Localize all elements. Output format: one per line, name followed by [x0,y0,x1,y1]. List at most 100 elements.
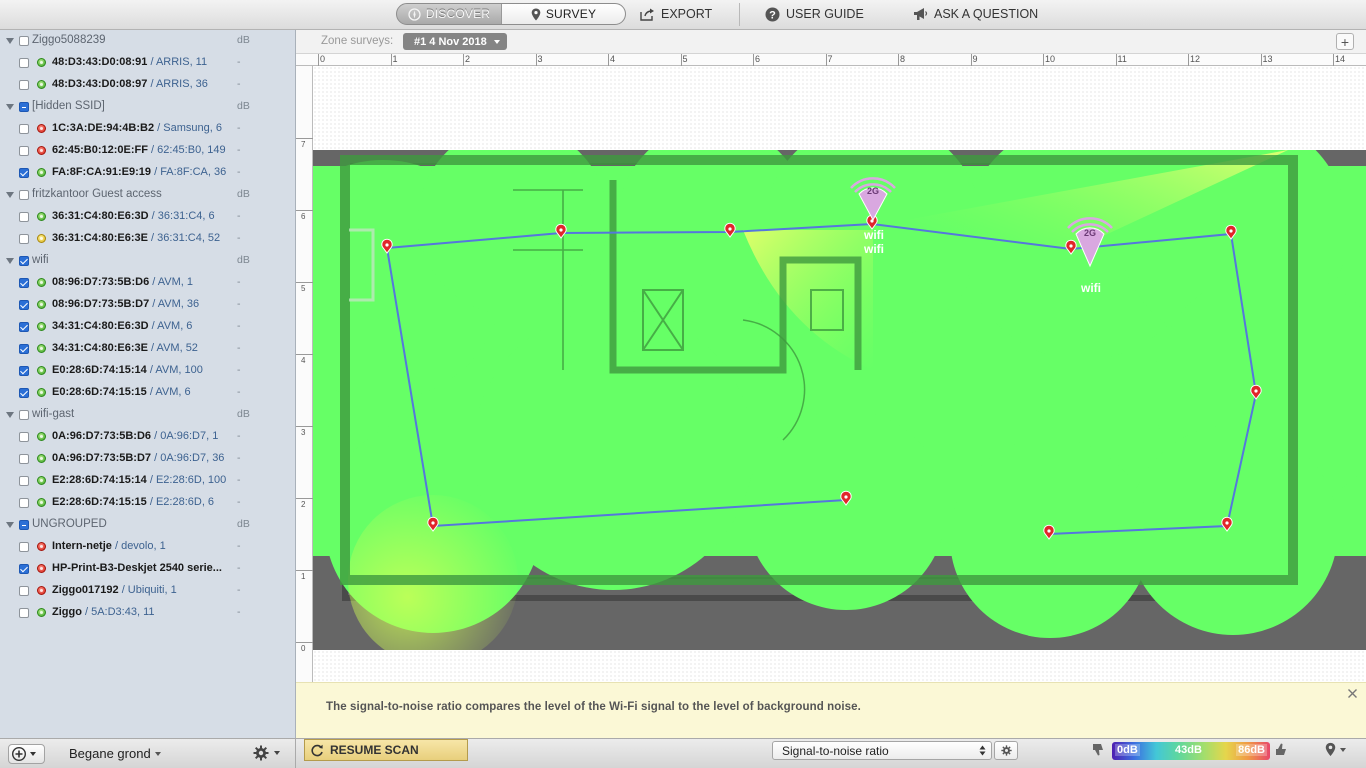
visualization-settings-button[interactable] [994,741,1018,760]
group-db-header: dB [237,518,250,530]
network-checkbox[interactable] [19,212,29,222]
network-row[interactable]: 48:D3:43:D0:08:97 / ARRIS, 36 - [0,74,295,96]
network-row[interactable]: Intern-netje / devolo, 1 - [0,536,295,558]
disclosure-triangle-icon[interactable] [6,412,14,418]
ruler-tick-label: 3 [537,54,543,64]
group-checkbox[interactable] [19,102,29,112]
network-checkbox[interactable] [19,80,29,90]
network-row[interactable]: HP-Print-B3-Deskjet 2540 serie... - [0,558,295,580]
network-checkbox[interactable] [19,58,29,68]
network-row[interactable]: 34:31:C4:80:E6:3E / AVM, 52 - [0,338,295,360]
network-checkbox[interactable] [19,432,29,442]
ruler-tick [680,54,682,66]
network-checkbox[interactable] [19,234,29,244]
network-row[interactable]: 0A:96:D7:73:5B:D6 / 0A:96:D7, 1 - [0,426,295,448]
ruler-tick [296,138,313,139]
network-row[interactable]: 1C:3A:DE:94:4B:B2 / Samsung, 6 - [0,118,295,140]
network-row[interactable]: 34:31:C4:80:E6:3D / AVM, 6 - [0,316,295,338]
network-checkbox[interactable] [19,344,29,354]
network-row[interactable]: 08:96:D7:73:5B:D6 / AVM, 1 - [0,272,295,294]
group-checkbox[interactable] [19,36,29,46]
network-group-header[interactable]: UNGROUPED dB [0,514,295,536]
network-checkbox[interactable] [19,366,29,376]
network-group-header[interactable]: fritzkantoor Guest access dB [0,184,295,206]
network-row[interactable]: E2:28:6D:74:15:14 / E2:28:6D, 100- [0,470,295,492]
group-checkbox[interactable] [19,256,29,266]
discover-tab[interactable]: DISCOVER [397,4,501,24]
network-sidebar: Ziggo5088239 dB 48:D3:43:D0:08:91 / ARRIS,… [0,30,296,738]
network-checkbox[interactable] [19,388,29,398]
network-checkbox[interactable] [19,454,29,464]
disclosure-triangle-icon[interactable] [6,38,14,44]
network-mac: Ziggo017192 [52,584,119,596]
legend-mid: 43dB [1175,744,1202,756]
network-vendor: / ARRIS, 36 [147,78,208,90]
network-row[interactable]: 62:45:B0:12:0E:FF / 62:45:B0, 149- [0,140,295,162]
signal-status-icon [37,278,46,287]
network-checkbox[interactable] [19,608,29,618]
network-checkbox[interactable] [19,146,29,156]
network-group-header[interactable]: wifi-gast dB [0,404,295,426]
network-checkbox[interactable] [19,124,29,134]
network-row[interactable]: 0A:96:D7:73:5B:D7 / 0A:96:D7, 36- [0,448,295,470]
network-checkbox[interactable] [19,278,29,288]
ap-label: wifi [863,242,884,256]
network-checkbox[interactable] [19,168,29,178]
network-checkbox[interactable] [19,586,29,596]
network-group-header[interactable]: wifi dB [0,250,295,272]
disclosure-triangle-icon[interactable] [6,192,14,198]
network-checkbox[interactable] [19,322,29,332]
user-guide-button[interactable]: ? USER GUIDE [765,5,864,23]
network-group-header[interactable]: [Hidden SSID] dB [0,96,295,118]
network-row[interactable]: 36:31:C4:80:E6:3D / 36:31:C4, 6 - [0,206,295,228]
group-checkbox[interactable] [19,410,29,420]
ruler-tick-label: 14 [1335,54,1346,64]
ruler-tick-label: 4 [610,54,616,64]
network-row[interactable]: E0:28:6D:74:15:15 / AVM, 6 - [0,382,295,404]
ruler-tick-label: 0 [301,644,306,653]
ruler-tick [1188,54,1189,66]
network-group-header[interactable]: Ziggo5088239 dB [0,30,295,52]
settings-menu-button[interactable] [253,745,280,761]
network-row[interactable]: E0:28:6D:74:15:14 / AVM, 100 - [0,360,295,382]
network-row[interactable]: 36:31:C4:80:E6:3E / 36:31:C4, 52 - [0,228,295,250]
network-row[interactable]: E2:28:6D:74:15:15 / E2:28:6D, 6 - [0,492,295,514]
network-row[interactable]: Ziggo / 5A:D3:43, 11 - [0,602,295,624]
disclosure-triangle-icon[interactable] [6,104,14,110]
add-menu-button[interactable] [8,744,45,764]
network-row[interactable]: 48:D3:43:D0:08:91 / ARRIS, 11 - [0,52,295,74]
close-icon[interactable] [1347,688,1358,699]
disclosure-triangle-icon[interactable] [6,522,14,528]
visualization-value: Signal-to-noise ratio [782,743,889,758]
network-checkbox[interactable] [19,564,29,574]
heatmap-area[interactable]: 2G wifi wifi 2G wifi [313,150,1366,650]
network-row[interactable]: FA:8F:CA:91:E9:19 / FA:8F:CA, 36- [0,162,295,184]
ask-question-button[interactable]: ASK A QUESTION [913,5,1038,23]
ruler-tick [390,54,392,66]
network-checkbox[interactable] [19,476,29,486]
group-checkbox[interactable] [19,520,29,530]
visualization-select[interactable]: Signal-to-noise ratio [772,741,992,760]
network-checkbox[interactable] [19,300,29,310]
network-db-value: - [237,276,241,288]
disclosure-triangle-icon[interactable] [6,258,14,264]
network-checkbox[interactable] [19,542,29,552]
ap-badge: 2G [867,186,879,196]
zone-survey-select[interactable]: #1 4 Nov 2018 [403,33,507,50]
group-name: UNGROUPED [32,518,107,530]
network-mac: FA:8F:CA:91:E9:19 [52,166,152,178]
network-row[interactable]: 08:96:D7:73:5B:D7 / AVM, 36 - [0,294,295,316]
zone-survey-bar: Zone surveys: #1 4 Nov 2018 + [296,30,1366,54]
chevron-down-icon [30,752,36,756]
location-menu-button[interactable] [1325,742,1346,757]
add-zone-button[interactable]: + [1336,33,1354,50]
floor-selector[interactable]: Begane grond [69,746,161,761]
floor-plan-canvas[interactable]: 2G wifi wifi 2G wifi [313,66,1366,682]
network-row[interactable]: Ziggo017192 / Ubiquiti, 1 - [0,580,295,602]
network-checkbox[interactable] [19,498,29,508]
resume-scan-label: RESUME SCAN [330,743,419,757]
group-checkbox[interactable] [19,190,29,200]
resume-scan-button[interactable]: RESUME SCAN [304,739,468,761]
export-button[interactable]: EXPORT [640,5,712,23]
survey-tab[interactable]: SURVEY [501,4,625,24]
